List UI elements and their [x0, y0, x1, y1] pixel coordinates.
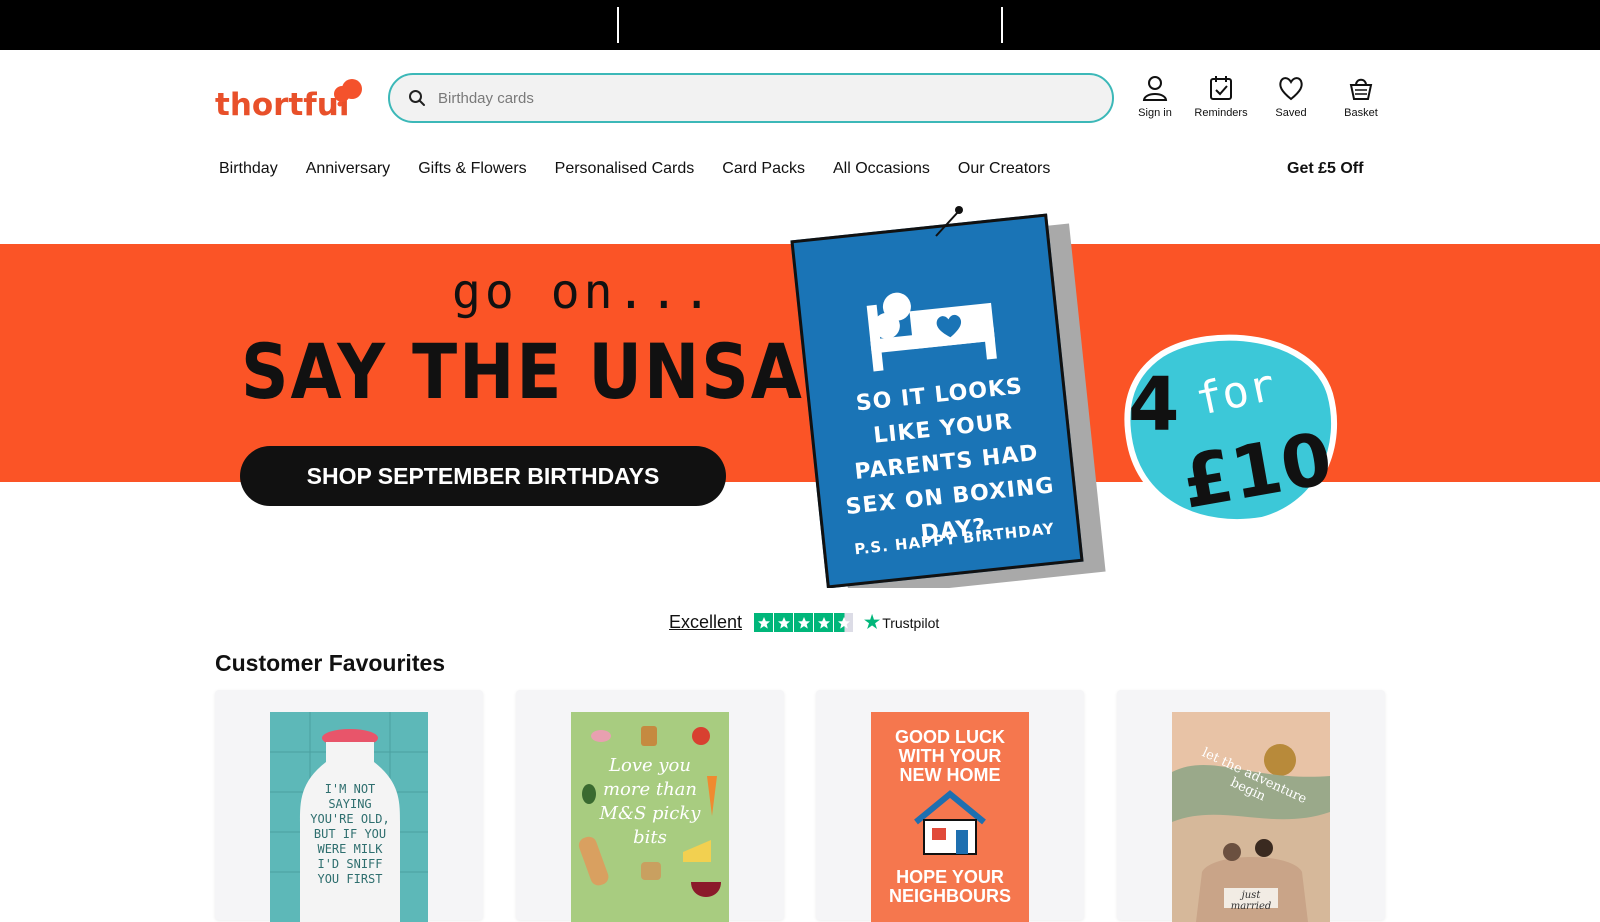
bed-icon [866, 292, 997, 372]
nav-item-birthday[interactable]: Birthday [219, 160, 278, 182]
search-icon [409, 90, 425, 106]
logo-text: thortful [215, 87, 349, 123]
sign-in-button[interactable]: Sign in [1120, 74, 1190, 124]
product-card[interactable]: I'M NOT SAYING YOU'RE OLD, BUT IF YOU WE… [215, 690, 483, 922]
star-icon [754, 613, 774, 632]
pin-icon [935, 206, 963, 237]
search-bar[interactable] [388, 73, 1114, 123]
sign-in-label: Sign in [1138, 107, 1172, 119]
trustpilot-stars [754, 613, 854, 632]
four-for-ten-offer-badge: 4 for £10 [1124, 334, 1338, 524]
product-image[interactable]: GOOD LUCK WITH YOUR NEW HOME HOPE YOUR N… [871, 712, 1029, 922]
main-nav: Birthday Anniversary Gifts & Flowers Per… [219, 160, 1078, 182]
top-announcement-bar [0, 0, 1600, 50]
nav-promo-link[interactable]: Get £5 Off [1287, 160, 1363, 178]
product-image[interactable]: I'M NOT SAYING YOU'RE OLD, BUT IF YOU WE… [270, 712, 428, 922]
star-icon [794, 613, 814, 632]
product-card-text: Love you more than M&S picky bits [599, 755, 701, 848]
hero-banner[interactable]: go on... SAY THE UNSAID SHOP SEPTEMBER B… [0, 200, 1600, 588]
star-icon [774, 613, 794, 632]
nav-item-gifts-flowers[interactable]: Gifts & Flowers [418, 160, 526, 182]
hero-card-image: SO IT LOOKS LIKE YOUR PARENTS HAD SEX ON… [790, 206, 1106, 588]
hero-card: SO IT LOOKS LIKE YOUR PARENTS HAD SEX ON… [790, 213, 1084, 588]
basket-icon [1349, 78, 1373, 100]
calendar-check-icon [1210, 76, 1232, 100]
nav-item-our-creators[interactable]: Our Creators [958, 160, 1050, 182]
announcement-divider [1001, 7, 1003, 43]
trustpilot-rating-label[interactable]: Excellent [669, 612, 742, 633]
section-title: Customer Favourites [215, 650, 446, 676]
product-image[interactable]: Love you more than M&S picky bits [571, 712, 729, 922]
reminders-button[interactable]: Reminders [1186, 74, 1256, 124]
product-card-text-bottom: just married [1230, 890, 1272, 912]
thortful-logo[interactable]: thortful [215, 75, 370, 125]
product-card[interactable]: Love you more than M&S picky bits [516, 690, 784, 922]
product-card[interactable]: GOOD LUCK WITH YOUR NEW HOME HOPE YOUR N… [816, 690, 1084, 922]
product-card-text: I'M NOT SAYING YOU'RE OLD, BUT IF YOU WE… [310, 782, 390, 886]
reminders-label: Reminders [1194, 107, 1248, 119]
nav-item-personalised-cards[interactable]: Personalised Cards [555, 160, 695, 182]
product-card-text-bottom: HOPE YOUR NEIGHBOURS [888, 867, 1011, 906]
nav-item-anniversary[interactable]: Anniversary [306, 160, 390, 182]
trustpilot-brand-text: Trustpilot [882, 614, 940, 631]
trustpilot-star-icon: ★ [864, 612, 881, 632]
user-icon [1142, 76, 1168, 101]
half-star-icon [834, 613, 854, 632]
heart-icon [1279, 77, 1303, 101]
nav-item-card-packs[interactable]: Card Packs [722, 160, 805, 182]
saved-label: Saved [1275, 107, 1307, 119]
house-illustration [914, 790, 986, 855]
product-card-text: GOOD LUCK WITH YOUR NEW HOME [895, 727, 1005, 785]
basket-button[interactable]: Basket [1326, 74, 1396, 124]
saved-button[interactable]: Saved [1256, 74, 1326, 124]
product-card[interactable]: let the adventure begin just married [1117, 690, 1385, 922]
star-icon [814, 613, 834, 632]
shop-september-birthdays-button[interactable]: SHOP SEPTEMBER BIRTHDAYS [240, 446, 726, 506]
trustpilot-brand: ★ Trustpilot [864, 612, 939, 633]
hero-tagline: go on... [452, 264, 716, 320]
product-carousel: I'M NOT SAYING YOU'RE OLD, BUT IF YOU WE… [215, 690, 1385, 922]
offer-number: 4 [1128, 362, 1180, 448]
nav-item-all-occasions[interactable]: All Occasions [833, 160, 930, 182]
hero-headline: SAY THE UNSAID [241, 328, 888, 417]
announcement-divider [617, 7, 619, 43]
basket-label: Basket [1344, 107, 1378, 119]
product-image[interactable]: let the adventure begin just married [1172, 712, 1330, 922]
trustpilot-widget[interactable]: Excellent ★ Trustpilot [669, 612, 939, 633]
search-input[interactable] [438, 89, 1078, 107]
